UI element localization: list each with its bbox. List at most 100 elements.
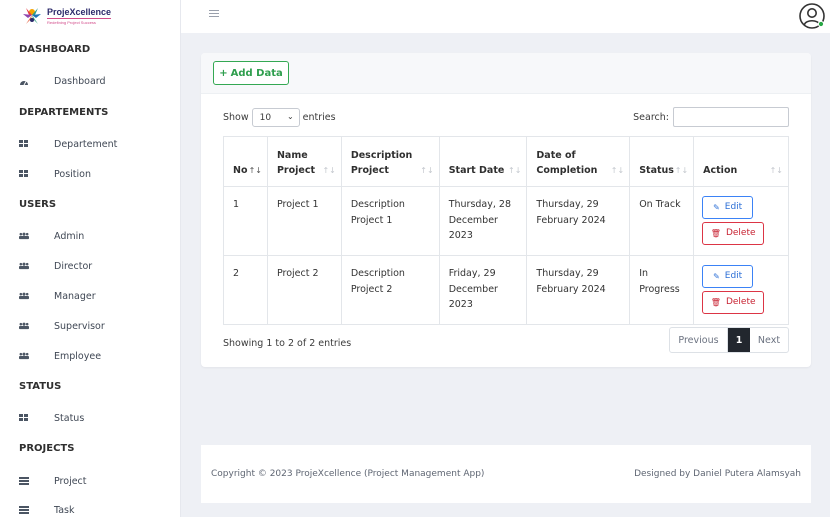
delete-button[interactable]: 🗑 Delete <box>702 291 765 314</box>
projects-table: No ↑↓ Name Project ↑↓ Description Project ↑… <box>223 136 789 325</box>
cell-name: Project 1 <box>266 186 342 256</box>
sort-icon: ↑↓ <box>610 166 625 175</box>
search-control: Search: <box>633 107 789 127</box>
page-1-button[interactable]: 1 <box>728 328 750 352</box>
column-header-completion[interactable]: Date of Completion ↑↓ <box>526 136 631 187</box>
sidebar-item-supervisor[interactable]: Supervisor <box>19 319 105 333</box>
sidebar-item-label: Admin <box>54 230 85 242</box>
sidebar: ProjeXcellence Redefining Project Succes… <box>0 0 181 517</box>
sidebar-item-label: Dashboard <box>54 75 106 87</box>
sidebar-item-project[interactable]: Project <box>19 474 87 488</box>
users-icon <box>19 261 29 271</box>
cell-status: In Progress <box>629 255 695 325</box>
sidebar-item-status[interactable]: Status <box>19 411 84 425</box>
list-icon <box>19 476 29 486</box>
sort-icon: ↑↓ <box>769 166 783 175</box>
sidebar-item-label: Employee <box>54 350 102 362</box>
sidebar-item-position[interactable]: Position <box>19 167 91 181</box>
pencil-icon: ✎ <box>713 202 720 212</box>
add-data-label: Add Data <box>230 67 283 79</box>
edit-label: Edit <box>724 270 743 281</box>
edit-button[interactable]: ✎ Edit <box>702 196 754 219</box>
trash-icon: 🗑 <box>710 297 721 307</box>
entries-value: 10 <box>259 112 272 123</box>
sidebar-item-label: Task <box>54 504 75 516</box>
sidebar-item-label: Supervisor <box>54 320 105 332</box>
sidebar-item-employee[interactable]: Employee <box>19 349 101 363</box>
brand-logo-icon <box>23 8 41 24</box>
column-header-description[interactable]: Description Project ↑↓ <box>340 136 440 187</box>
cell-status: On Track <box>629 186 695 256</box>
menu-toggle-icon[interactable] <box>209 10 219 20</box>
sidebar-item-director[interactable]: Director <box>19 259 92 273</box>
column-header-status[interactable]: Status ↑↓ <box>629 136 695 187</box>
sort-icon: ↑↓ <box>420 166 434 175</box>
cell-actions: ✎ Edit 🗑 Delete <box>693 255 789 325</box>
section-heading-departements: DEPARTEMENTS <box>19 107 109 118</box>
designer-credit: Designed by Daniel Putera Alamsyah <box>634 469 801 479</box>
sidebar-item-label: Departement <box>54 138 118 150</box>
section-heading-dashboard: DASHBOARD <box>19 44 91 55</box>
users-icon <box>19 351 29 361</box>
next-page-button[interactable]: Next <box>750 328 788 352</box>
grid-icon <box>19 139 29 149</box>
users-icon <box>19 231 29 241</box>
card-header: + Add Data <box>201 53 811 94</box>
add-data-button[interactable]: + Add Data <box>213 61 289 85</box>
sidebar-item-admin[interactable]: Admin <box>19 229 84 243</box>
cell-name: Project 2 <box>266 255 342 325</box>
previous-page-button[interactable]: Previous <box>670 328 728 352</box>
brand-logo-link[interactable]: ProjeXcellence Redefining Project Succes… <box>20 2 112 30</box>
sidebar-item-label: Director <box>54 260 93 272</box>
delete-button[interactable]: 🗑 Delete <box>702 222 765 245</box>
chevron-down-icon: ⌄ <box>286 112 294 121</box>
pencil-icon: ✎ <box>713 271 720 281</box>
user-avatar-icon[interactable] <box>798 2 826 30</box>
sidebar-item-manager[interactable]: Manager <box>19 289 96 303</box>
sidebar-item-dashboard[interactable]: Dashboard <box>19 74 106 88</box>
section-heading-users: USERS <box>19 199 57 210</box>
edit-label: Edit <box>724 201 743 212</box>
section-heading-projects: PROJECTS <box>19 443 75 454</box>
edit-button[interactable]: ✎ Edit <box>702 265 754 288</box>
column-header-start-date[interactable]: Start Date ↑↓ <box>438 136 528 187</box>
sort-icon: ↑↓ <box>248 166 262 175</box>
sidebar-item-label: Position <box>54 168 91 180</box>
sort-icon: ↑↓ <box>508 166 522 175</box>
users-icon <box>19 321 29 331</box>
sidebar-item-label: Project <box>54 475 87 487</box>
users-icon <box>19 291 29 301</box>
delete-label: Delete <box>725 296 756 307</box>
section-heading-status: STATUS <box>19 381 62 392</box>
grid-icon <box>19 169 29 179</box>
top-bar <box>181 0 830 33</box>
search-input[interactable] <box>673 107 789 127</box>
cell-completion-date: Thursday, 29 February 2024 <box>526 255 631 325</box>
brand-tagline: Redefining Project Success <box>47 18 112 25</box>
sort-icon: ↑↓ <box>322 166 336 175</box>
table-row: 2 Project 2 Description Project 2 Friday… <box>223 255 789 325</box>
sidebar-item-label: Manager <box>54 290 96 302</box>
brand-name: ProjeXcellence <box>47 7 112 17</box>
cell-no: 1 <box>223 186 268 256</box>
entries-control: Show 10 ⌄ entries <box>223 108 336 127</box>
table-row: 1 Project 1 Description Project 1 Thursd… <box>223 186 789 256</box>
column-header-action[interactable]: Action ↑↓ <box>693 136 789 187</box>
plus-icon: + <box>219 67 228 79</box>
sort-icon: ↑↓ <box>674 166 689 175</box>
entries-label: entries <box>302 112 336 123</box>
cell-description: Description Project 2 <box>340 255 440 325</box>
cell-actions: ✎ Edit 🗑 Delete <box>693 186 789 256</box>
sidebar-item-departement[interactable]: Departement <box>19 137 117 151</box>
show-label: Show <box>223 112 249 123</box>
trash-icon: 🗑 <box>710 228 721 238</box>
copyright-text: Copyright © 2023 ProjeXcellence (Project… <box>211 469 485 479</box>
column-header-no[interactable]: No ↑↓ <box>223 136 268 187</box>
grid-icon <box>19 413 29 423</box>
sidebar-item-task[interactable]: Task <box>19 503 75 517</box>
search-label: Search: <box>633 111 669 123</box>
entries-select[interactable]: 10 ⌄ <box>251 108 300 127</box>
column-header-name[interactable]: Name Project ↑↓ <box>266 136 342 187</box>
gauge-icon <box>19 76 29 86</box>
entries-info: Showing 1 to 2 of 2 entries <box>223 338 352 349</box>
